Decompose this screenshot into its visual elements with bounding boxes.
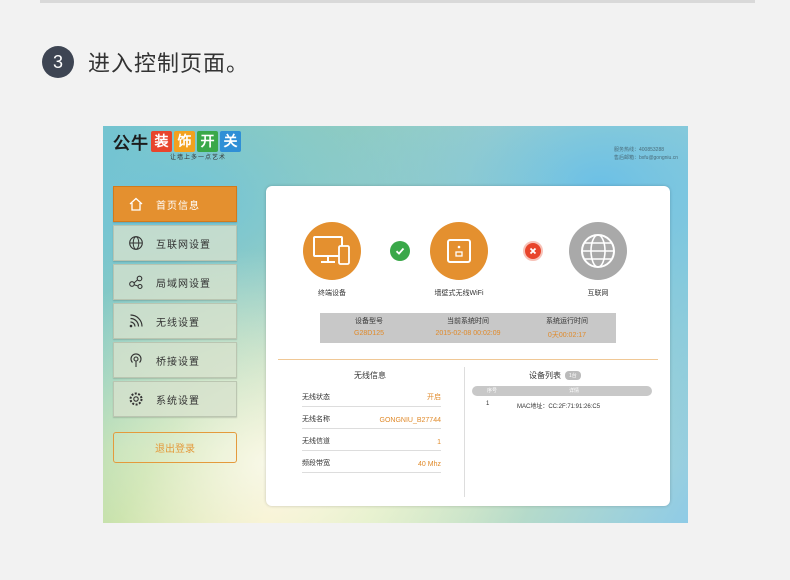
col-detail-header: 详情 — [569, 388, 580, 394]
device-index: 1 — [486, 401, 490, 407]
wireless-row: 频段带宽 40 Mhz — [302, 452, 441, 473]
wireless-row: 无线状态 开启 — [302, 386, 441, 407]
step-text: 进入控制页面。 — [88, 51, 250, 76]
row-key: 无线状态 — [302, 394, 330, 401]
bridge-icon — [127, 351, 145, 369]
model-value: G28D125 — [354, 330, 384, 337]
sidebar-item-label: 系统设置 — [156, 395, 200, 407]
device-count-badge: 1台 — [565, 371, 581, 381]
contact-email: 售后邮箱：bxfu@gongniu.cn — [614, 155, 678, 161]
sidebar-item-label: 局域网设置 — [156, 278, 211, 290]
time-label: 当前系统时间 — [447, 318, 489, 325]
device-info-bar: 设备型号 G28D125 当前系统时间 2015-02-08 00:02:09 … — [320, 313, 616, 343]
sidebar-item-lan[interactable]: 局域网设置 — [113, 264, 237, 300]
step-heading: 3 进入控制页面。 — [42, 46, 249, 78]
sidebar-item-wireless[interactable]: 无线设置 — [113, 303, 237, 339]
sidebar-item-system[interactable]: 系统设置 — [113, 381, 237, 417]
logo-char-4: 关 — [220, 131, 241, 152]
logout-button[interactable]: 退出登录 — [113, 432, 237, 463]
device-list-title-text: 设备列表 — [529, 371, 561, 380]
logo-char-1: 装 — [151, 131, 172, 152]
device-detail: MAC地址：CC:2F:71:91:26:C5 — [517, 404, 601, 410]
wifi-icon — [127, 312, 145, 330]
row-value: 1 — [437, 439, 441, 446]
globe-icon — [569, 222, 627, 280]
col-index-header: 序号 — [487, 388, 498, 394]
home-info-panel: 终端设备 墙壁式无线WiFi 互联网 设备型号 G28D125 当前系统时间 2… — [266, 186, 670, 506]
time-value: 2015-02-08 00:02:09 — [435, 330, 501, 337]
globe-icon — [127, 234, 145, 252]
top-divider — [40, 0, 755, 3]
device-list-header: 序号 详情 — [472, 386, 652, 396]
model-label: 设备型号 — [355, 318, 383, 325]
contact-hotline: 服务热线：400853288 — [614, 147, 665, 153]
check-icon — [390, 241, 410, 261]
wall-router-device: 墙壁式无线WiFi — [424, 222, 494, 298]
row-key: 无线名称 — [302, 416, 330, 423]
terminal-device: 终端设备 — [297, 222, 367, 298]
logo-text: 公牛 — [113, 134, 149, 153]
row-key: 频段带宽 — [302, 460, 330, 467]
logo-char-2: 饰 — [174, 131, 195, 152]
contact-info: 服务热线：400853288 售后邮箱：bxfu@gongniu.cn — [614, 146, 678, 162]
share-icon — [127, 273, 145, 291]
model-cell: 设备型号 G28D125 — [320, 313, 418, 337]
sidebar-item-label: 互联网设置 — [156, 239, 211, 251]
router-admin-screenshot: 公牛 装 饰 开 关 让墙上多一点艺术 服务热线：400853288 售后邮箱：… — [103, 126, 688, 523]
internet-node: 互联网 — [563, 222, 633, 298]
sidebar-item-label: 无线设置 — [156, 317, 200, 329]
sidebar-nav: 首页信息 互联网设置 局域网设置 无线设置 桥接设置 系统设置 — [113, 186, 237, 420]
wireless-row: 无线名称 GONGNIU_B27744 — [302, 408, 441, 429]
wall-router-label: 墙壁式无线WiFi — [434, 290, 484, 297]
sidebar-item-home[interactable]: 首页信息 — [113, 186, 237, 222]
uptime-value: 0天00:02:17 — [547, 332, 587, 339]
wireless-row: 无线信道 1 — [302, 430, 441, 451]
gear-icon — [127, 390, 145, 408]
step-number-badge: 3 — [42, 46, 74, 78]
device-list-title: 设备列表 1台 — [529, 370, 581, 381]
column-divider — [464, 367, 465, 497]
uptime-cell: 系统运行时间 0天00:02:17 — [518, 313, 616, 340]
brand-logo: 公牛 装 饰 开 关 — [113, 129, 241, 154]
row-key: 无线信道 — [302, 438, 330, 445]
row-value: 40 Mhz — [418, 461, 441, 468]
row-value: 开启 — [427, 394, 441, 401]
sidebar-item-bridge[interactable]: 桥接设置 — [113, 342, 237, 378]
cross-icon — [523, 241, 543, 261]
terminal-device-label: 终端设备 — [318, 290, 346, 297]
sidebar-item-label: 桥接设置 — [156, 356, 200, 368]
wireless-info-title: 无线信息 — [354, 371, 386, 380]
tagline: 让墙上多一点艺术 — [170, 155, 227, 161]
internet-label: 互联网 — [587, 290, 609, 297]
wall-socket-icon — [430, 222, 488, 280]
logo-char-3: 开 — [197, 131, 218, 152]
time-cell: 当前系统时间 2015-02-08 00:02:09 — [419, 313, 517, 337]
sidebar-item-label: 首页信息 — [156, 200, 200, 212]
home-icon — [127, 195, 145, 213]
monitor-icon — [303, 222, 361, 280]
section-divider — [278, 359, 658, 360]
row-value: GONGNIU_B27744 — [379, 417, 441, 424]
uptime-label: 系统运行时间 — [546, 318, 588, 325]
sidebar-item-internet[interactable]: 互联网设置 — [113, 225, 237, 261]
